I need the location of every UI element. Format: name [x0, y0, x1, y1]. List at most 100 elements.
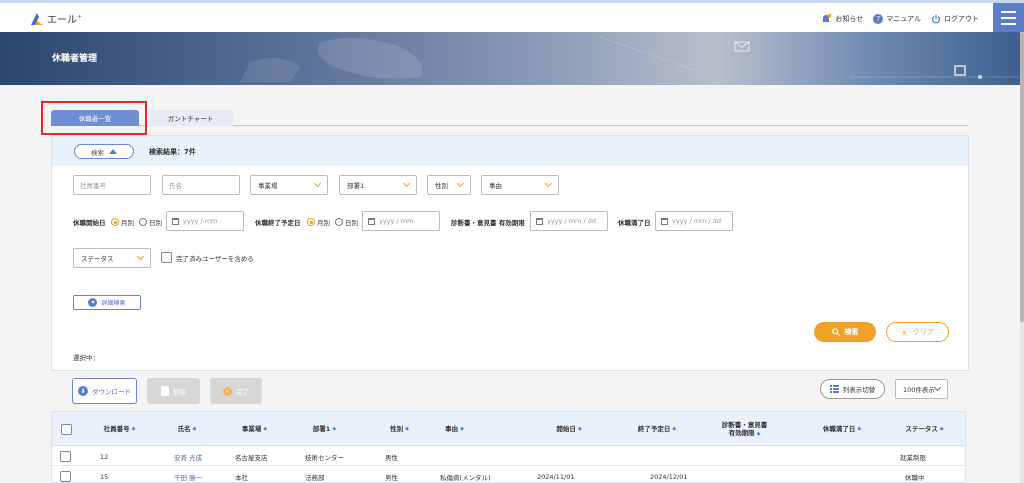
row-checkbox[interactable] [60, 467, 71, 482]
scrollbar-thumb[interactable] [1020, 32, 1024, 322]
header-certificate[interactable]: 診断書・意見書 有効期限 ◆ [707, 412, 782, 446]
search-toggle-label: 検索 [91, 148, 104, 157]
manual-label: マニュアル [886, 14, 921, 23]
certificate-date-input[interactable]: yyyy / mm / dd [530, 211, 608, 231]
table-row[interactable]: 12 安斉 光成 名古屋支店 技術センター 男性 就業制限 [52, 447, 965, 466]
header-status[interactable]: ステータス ◆ [892, 412, 957, 446]
calendar-icon [172, 217, 179, 225]
name-input[interactable]: 氏名 [162, 175, 240, 195]
date-placeholder: yyyy / mm [379, 217, 414, 225]
reason-select[interactable]: 事由 [481, 175, 559, 195]
header-expiry[interactable]: 休職満了日 ◆ [807, 412, 877, 446]
calendar-icon [536, 217, 543, 225]
radio-label: 日別 [149, 219, 162, 227]
search-panel: 検索 検索結果：7件 社員番号 氏名 事業場 部署1 性別 事由 休職開始日 月… [51, 135, 969, 371]
download-button[interactable]: ⬇ ダウンロード [72, 378, 137, 404]
tab-gantt-chart[interactable]: ガントチャート [148, 110, 233, 126]
cell-status: 休職中 [905, 473, 925, 482]
cell-employee-no: 15 [100, 472, 109, 481]
leave-start-date-input[interactable]: yyyy / mm [166, 211, 244, 231]
radio-label: 月別 [317, 219, 330, 227]
sort-icon: ◆ [131, 425, 136, 432]
checkbox-icon [161, 252, 172, 263]
dept-select-value: 部署1 [347, 182, 365, 190]
expiry-date-input[interactable]: yyyy / mm / dd [655, 211, 733, 231]
notice-link[interactable]: お知らせ [821, 13, 863, 24]
complete-button[interactable]: ✓ 完了 [210, 378, 262, 404]
help-icon: ? [873, 13, 884, 24]
cell-start: 2024/11/01 [537, 472, 575, 481]
selected-label: 選択中： [73, 354, 99, 362]
menu-icon-bar [1001, 10, 1016, 13]
list-icon [829, 385, 839, 393]
chevron-down-icon [933, 383, 942, 392]
app-logo[interactable]: エール+ [30, 11, 82, 26]
notice-label: お知らせ [835, 14, 864, 23]
include-completed-checkbox[interactable]: 完了済みユーザーを含める [161, 252, 254, 263]
delete-label: 削除 [173, 388, 186, 396]
cell-status: 就業制限 [900, 453, 926, 462]
menu-button[interactable] [993, 3, 1024, 32]
per-page-select[interactable]: 100件表示 [895, 379, 948, 399]
header-start[interactable]: 開始日 ◆ [544, 412, 594, 446]
table-row[interactable]: 15 千田 勝一 本社 法務部 男性 私傷病(メンタル) 2024/11/01 … [52, 467, 965, 482]
menu-icon-bar [1001, 16, 1016, 19]
per-page-value: 100件表示 [903, 386, 935, 394]
leave-end-monthly-radio[interactable]: 月別 [307, 217, 330, 227]
cell-name-link[interactable]: 千田 勝一 [174, 467, 202, 482]
office-select[interactable]: 事業場 [250, 175, 328, 195]
cell-name-link[interactable]: 安斉 光成 [174, 447, 202, 466]
checkbox-icon [60, 423, 72, 435]
search-button-label: 検索 [844, 328, 859, 336]
header-name[interactable]: 氏名 ◆ [162, 412, 212, 446]
radio-unchecked-icon [139, 218, 147, 226]
status-select[interactable]: ステータス [73, 248, 151, 268]
chevron-down-icon [136, 252, 145, 261]
sort-icon: ◆ [405, 425, 409, 432]
caret-up-icon [109, 149, 117, 154]
header-end-planned[interactable]: 終了予定日 ◆ [622, 412, 692, 446]
leave-end-label: 休職終了予定日 [255, 219, 301, 227]
gender-select[interactable]: 性別 [427, 175, 471, 195]
table-header: 社員番号 ◆ 氏名 ◆ 事業場 ◆ 部署1 ◆ 性別 ◆ 事由 ◆ 開始日 ◆ 終了予定日 ◆ … [52, 412, 965, 446]
advanced-search-label: 詳細検索 [101, 300, 126, 307]
page-scrollbar[interactable] [1020, 32, 1024, 483]
date-placeholder: yyyy / mm [183, 217, 218, 225]
header-employee-no[interactable]: 社員番号 ◆ [92, 412, 147, 446]
page-title: 休職者管理 [52, 54, 98, 64]
search-toggle-button[interactable]: 検索 [74, 144, 134, 159]
leave-start-label: 休職開始日 [73, 219, 106, 227]
close-icon: × [901, 327, 908, 337]
radio-checked-icon [111, 218, 119, 226]
calendar-icon [368, 217, 375, 225]
reason-select-value: 事由 [489, 182, 502, 190]
leave-start-monthly-radio[interactable]: 月別 [111, 217, 134, 227]
manual-link[interactable]: ? マニュアル [873, 13, 921, 24]
employee-no-input[interactable]: 社員番号 [73, 175, 151, 195]
dept-select[interactable]: 部署1 [339, 175, 417, 195]
column-toggle-button[interactable]: 列表示切替 [820, 379, 885, 399]
chevron-down-icon [313, 179, 322, 188]
header-reason[interactable]: 事由 ◆ [432, 412, 477, 446]
cell-end-planned: 2024/12/01 [650, 472, 688, 481]
radio-label: 日別 [345, 219, 358, 227]
logo-text: エール+ [47, 13, 83, 26]
clear-button[interactable]: × クリア [886, 322, 949, 342]
header-office[interactable]: 事業場 ◆ [227, 412, 282, 446]
delete-button[interactable]: 削除 [147, 378, 200, 404]
page-banner: 休職者管理 [0, 32, 1024, 85]
header-dept[interactable]: 部署1 ◆ [297, 412, 352, 446]
header-gender[interactable]: 性別 ◆ [377, 412, 422, 446]
leave-start-daily-radio[interactable]: 日別 [139, 217, 162, 227]
search-panel-header: 検索 検索結果：7件 [52, 136, 968, 166]
office-select-value: 事業場 [258, 182, 278, 190]
logout-link[interactable]: ログアウト [931, 14, 979, 24]
leave-end-date-input[interactable]: yyyy / mm [362, 211, 440, 231]
select-all-checkbox[interactable] [59, 412, 73, 446]
advanced-search-button[interactable]: ▾ 詳細検索 [73, 295, 141, 310]
chevron-down-icon [544, 179, 553, 188]
search-button[interactable]: 検索 [814, 322, 876, 342]
bell-icon [822, 13, 832, 22]
row-checkbox[interactable] [60, 447, 71, 466]
leave-end-daily-radio[interactable]: 日別 [335, 217, 358, 227]
